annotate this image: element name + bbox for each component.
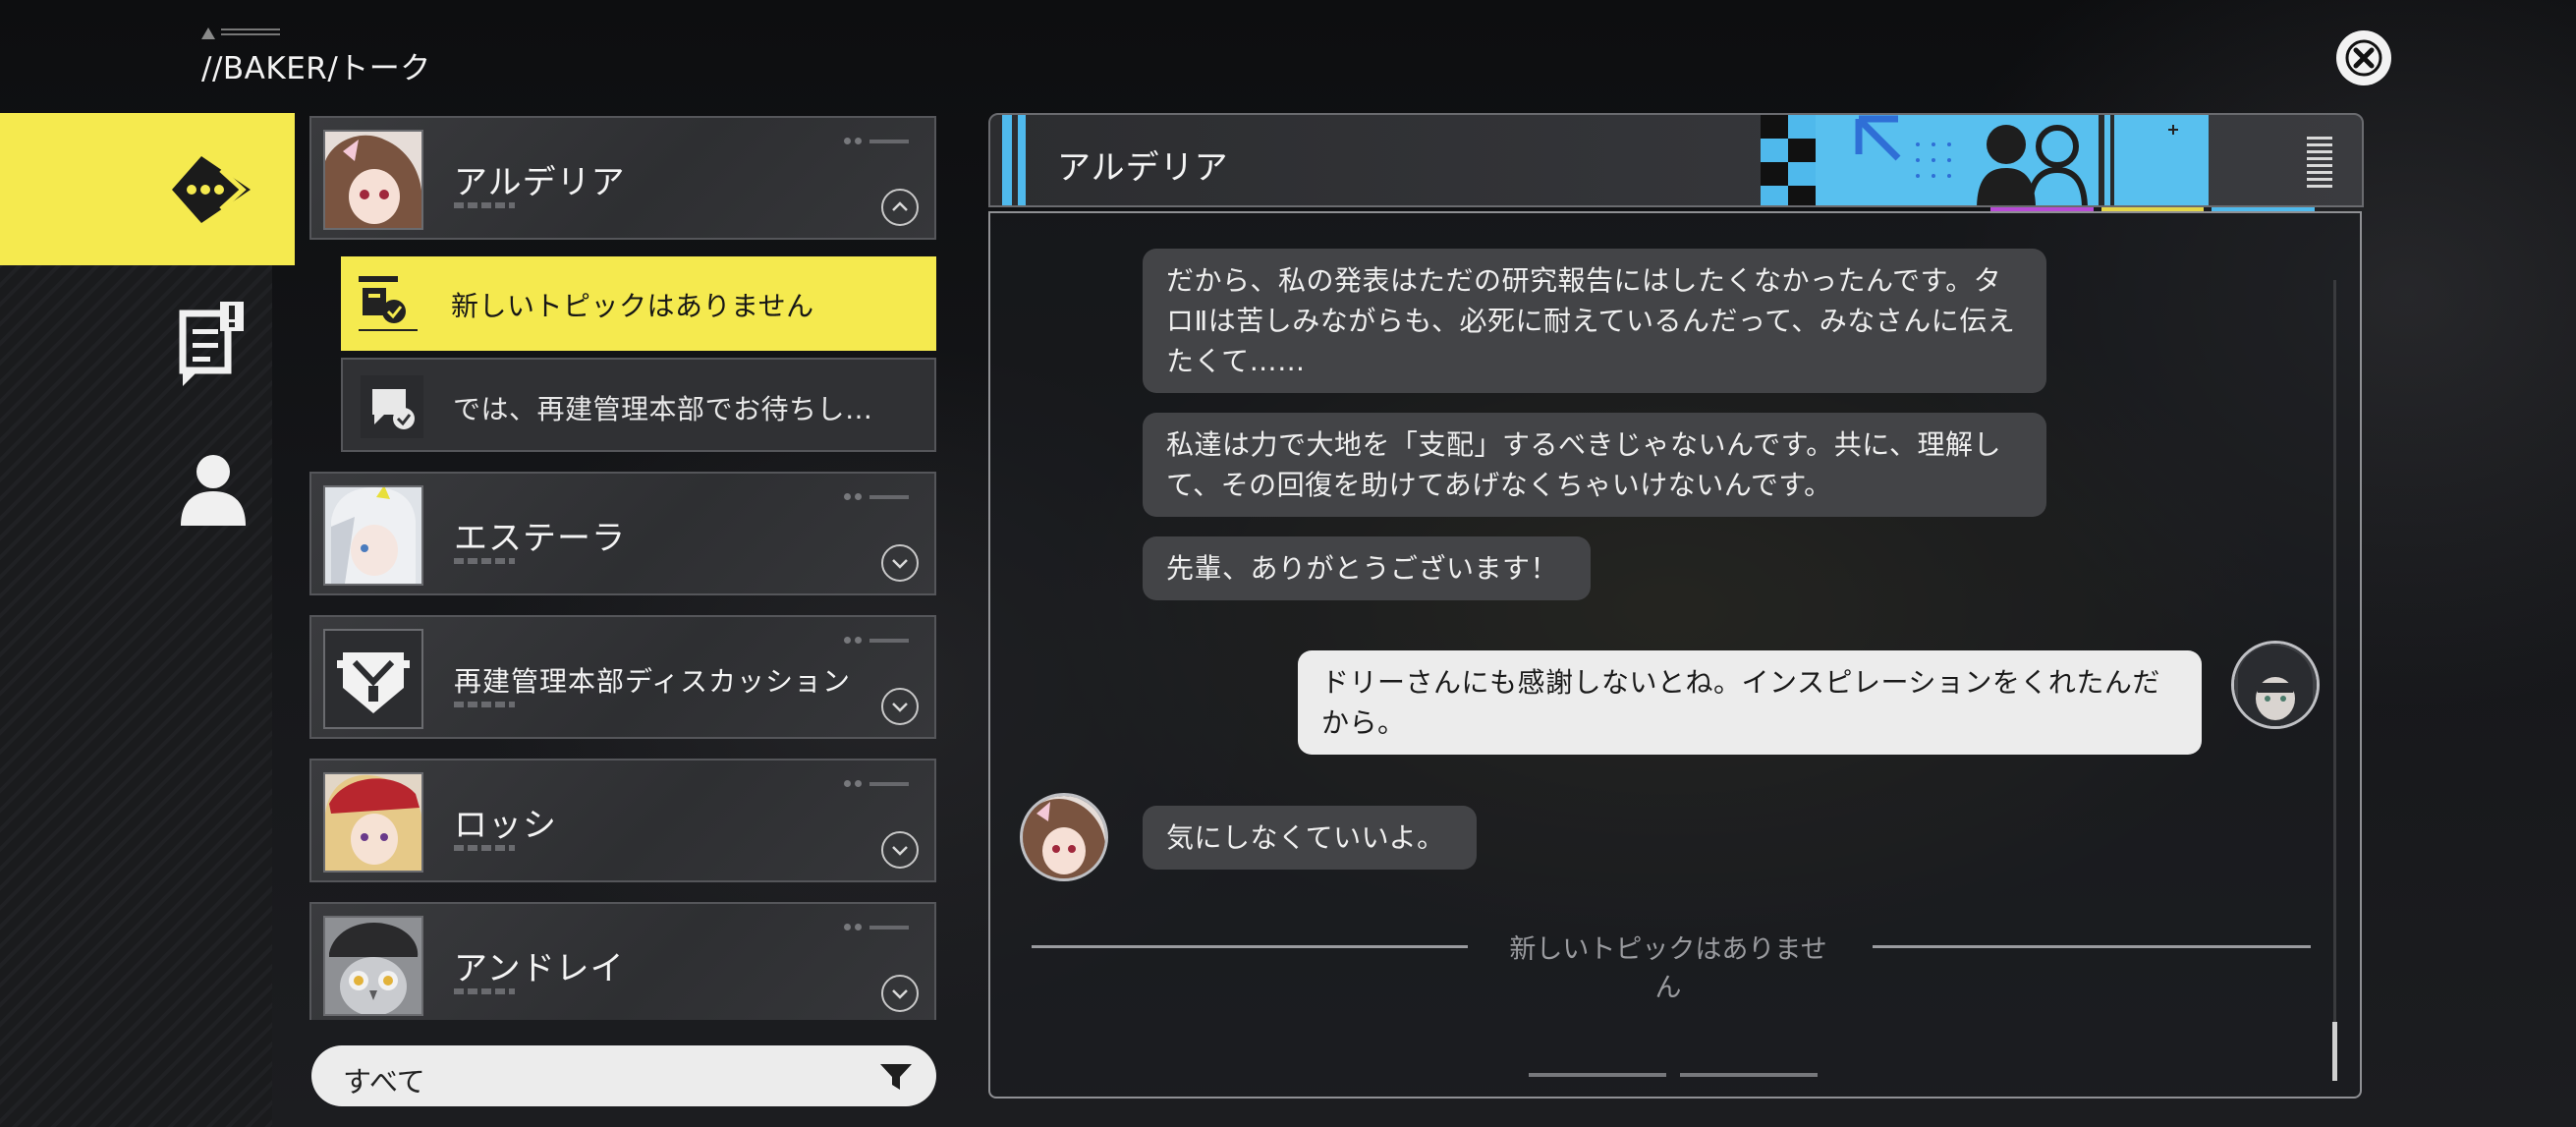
status-color-strip [1990, 207, 2316, 215]
message-bubble-received: 私達は力で大地を「支配」するべきじゃないんです。共に、理解して、その回復を助けて… [1143, 413, 2046, 517]
contact-list[interactable]: アルデリア 新しいトピックはありません では、再建管理本部でお待ちし… エステー… [309, 116, 938, 1020]
contact-card-estella[interactable]: エステーラ [309, 472, 936, 595]
expand-button[interactable] [881, 975, 919, 1012]
profile-icon [181, 455, 246, 526]
filter-label: すべて [343, 1065, 425, 1099]
contact-avatar [1020, 793, 1108, 881]
chevron-down-icon [892, 703, 908, 712]
device-logo [201, 26, 431, 41]
message-bubble-received: 気にしなくていいよ。 [1143, 806, 1477, 870]
filter-dropdown[interactable]: すべて [311, 1045, 936, 1106]
group-emblem-avatar [323, 629, 423, 729]
chat-menu-icon[interactable] [2307, 137, 2332, 188]
report-icon [179, 302, 244, 386]
contact-subtitle-marks [454, 558, 515, 564]
card-decoration [844, 138, 909, 144]
header-accent-bar [1002, 115, 1012, 205]
talk-icon [172, 156, 251, 223]
topic-end-divider: 新しいトピックはありません [1032, 934, 2311, 1003]
topic-end-label: 新しいトピックはありません [1509, 934, 1827, 1003]
player-avatar [2231, 641, 2320, 729]
contact-name: アルデリア [454, 163, 626, 202]
contact-name: ロッシ [454, 806, 557, 845]
chevron-down-icon [892, 559, 908, 569]
filter-icon [880, 1064, 912, 1090]
chevron-down-icon [892, 846, 908, 856]
topic-item[interactable]: では、再建管理本部でお待ちし… [341, 358, 936, 452]
avatar [323, 130, 423, 230]
app-header: //BAKER/トーク [201, 26, 431, 87]
expand-button[interactable] [881, 831, 919, 869]
divider-line [1873, 945, 2311, 948]
header-accent-bar [1018, 115, 1026, 205]
close-button[interactable] [2336, 30, 2391, 85]
chevron-up-icon [892, 201, 908, 211]
avatar [323, 772, 423, 873]
avatar [323, 916, 423, 1016]
message-read-icon [361, 375, 423, 438]
contact-card-discussion[interactable]: 再建管理本部ディスカッション [309, 615, 936, 739]
contact-subtitle-marks [454, 845, 515, 851]
contact-name: 再建管理本部ディスカッション [454, 665, 852, 698]
expand-button[interactable] [881, 544, 919, 582]
chat-header: アルデリア [988, 113, 2364, 207]
contact-card-rossi[interactable]: ロッシ [309, 759, 936, 882]
contact-subtitle-marks [454, 202, 515, 208]
contact-name: エステーラ [454, 519, 626, 558]
message-bubble-received: だから、私の発表はただの研究報告にはしたくなかったんです。タロⅡは苦しみながらも… [1143, 249, 2046, 393]
contact-name: アンドレイ [454, 949, 625, 988]
expand-button[interactable] [881, 688, 919, 725]
contact-card-alderia[interactable]: アルデリア [309, 116, 936, 240]
card-decoration [844, 637, 909, 644]
message-bubble-received: 先輩、ありがとうございます！ [1143, 536, 1591, 600]
message-bubble-sent: ドリーさんにも感謝しないとね。インスピレーションをくれたんだから。 [1298, 650, 2202, 755]
header-decoration-graphic [1761, 115, 2209, 205]
scrollbar-thumb[interactable] [2332, 1022, 2337, 1081]
page-title: //BAKER/トーク [201, 51, 431, 86]
topic-check-icon [359, 276, 418, 331]
collapse-button[interactable] [881, 189, 919, 226]
card-decoration [844, 780, 909, 787]
chat-contact-name: アルデリア [1057, 148, 1229, 188]
topic-label: では、再建管理本部でお待ちし… [453, 393, 873, 425]
rail-tab-talk[interactable] [0, 113, 295, 265]
rail-tab-profile[interactable] [179, 452, 248, 530]
card-decoration [844, 924, 909, 930]
chat-scrollbar[interactable] [2332, 280, 2337, 1081]
contact-subtitle-marks [454, 988, 515, 994]
chevron-down-icon [892, 989, 908, 999]
topic-label: 新しいトピックはありません [451, 290, 814, 322]
avatar [323, 485, 423, 586]
contact-card-andrei[interactable]: アンドレイ [309, 902, 936, 1020]
card-decoration [844, 493, 909, 500]
chat-bottom-decoration [1529, 1073, 1818, 1077]
topic-item-active[interactable]: 新しいトピックはありません [341, 256, 936, 351]
contact-subtitle-marks [454, 702, 515, 707]
close-icon [2345, 39, 2382, 77]
rail-tab-report[interactable] [177, 300, 248, 392]
divider-line [1032, 945, 1468, 948]
